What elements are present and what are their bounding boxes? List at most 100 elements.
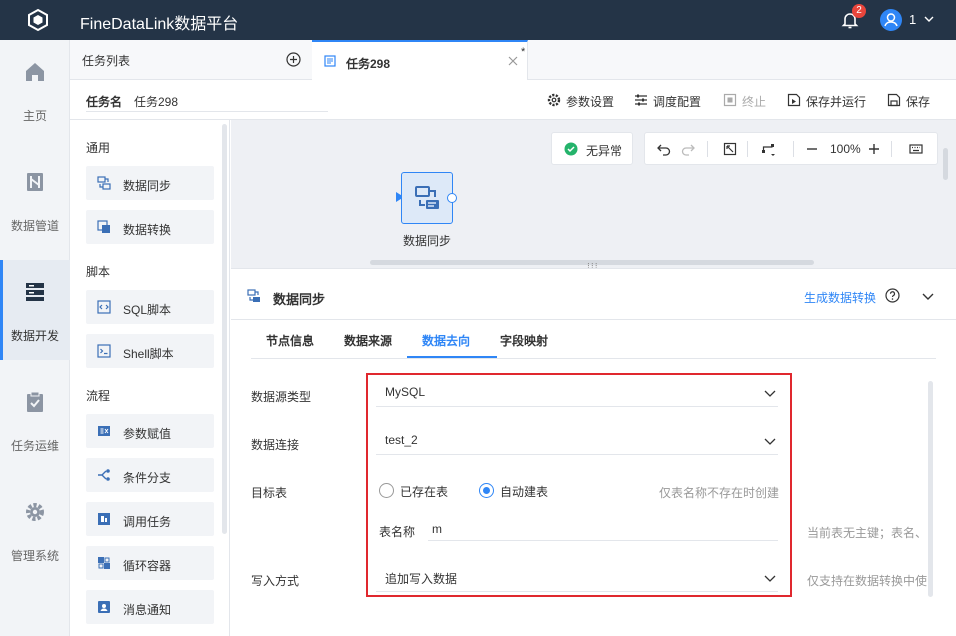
tab-title: 任务298 bbox=[346, 57, 391, 71]
write-mode-label: 写入方式 bbox=[251, 574, 300, 588]
palette-item-data-transform[interactable]: 数据转换 bbox=[86, 210, 214, 244]
main-nav: 主页 数据管道 数据开发 任务运维 管理系统 bbox=[0, 40, 70, 636]
toolbar-divider bbox=[793, 141, 794, 157]
redo-icon[interactable] bbox=[681, 142, 695, 156]
app-title: FineDataLink数据平台 bbox=[80, 16, 239, 33]
write-mode-hint: 仅支持在数据转换中使 bbox=[807, 574, 928, 588]
chevron-down-icon[interactable] bbox=[923, 13, 935, 25]
nav-item-data-dev[interactable]: 数据开发 bbox=[0, 260, 70, 360]
radio-auto-create[interactable] bbox=[479, 483, 494, 498]
task-name-label: 任务名 bbox=[86, 95, 123, 109]
avatar[interactable] bbox=[880, 9, 902, 31]
palette-item-call-task[interactable]: 调用任务 bbox=[86, 502, 214, 536]
nav-item-label: 数据开发 bbox=[10, 329, 59, 343]
flow-canvas[interactable]: 无异常 100% 数据同步 ⁝⁝⁝ bbox=[231, 120, 956, 271]
node-output-port[interactable] bbox=[447, 193, 457, 203]
panel-scrollbar[interactable] bbox=[928, 381, 933, 597]
palette-scrollbar[interactable] bbox=[222, 124, 227, 534]
branch-icon bbox=[98, 469, 110, 481]
clipboard-check-icon bbox=[27, 391, 43, 412]
table-name-input[interactable]: m bbox=[428, 517, 778, 541]
help-icon[interactable] bbox=[885, 288, 900, 303]
palette-item-loop-container[interactable]: 循环容器 bbox=[86, 546, 214, 580]
write-mode-select[interactable]: 追加写入数据 bbox=[376, 562, 778, 592]
nav-item-admin[interactable]: 管理系统 bbox=[0, 480, 70, 580]
auto-create-hint: 仅表名称不存在时创建 bbox=[659, 486, 780, 500]
save-icon bbox=[887, 93, 901, 107]
zoom-in-icon[interactable] bbox=[867, 142, 881, 156]
palette-item-label: 循环容器 bbox=[123, 559, 172, 573]
data-sync-icon bbox=[247, 289, 260, 302]
param-settings-label: 参数设置 bbox=[566, 95, 615, 109]
target-table-label: 目标表 bbox=[251, 486, 288, 500]
zoom-out-icon[interactable] bbox=[805, 142, 819, 156]
nav-item-label: 任务运维 bbox=[10, 439, 59, 453]
task-name-value[interactable]: 任务298 bbox=[134, 93, 178, 110]
source-type-value: MySQL bbox=[385, 385, 426, 399]
user-name[interactable]: 1 bbox=[909, 12, 916, 27]
stop-icon bbox=[723, 93, 737, 107]
palette-group-title: 通用 bbox=[86, 141, 111, 155]
toolbar-divider bbox=[891, 141, 892, 157]
tab-data-source[interactable]: 数据来源 bbox=[344, 332, 392, 349]
tab-task-298[interactable]: 任务298 * bbox=[312, 40, 528, 81]
add-task-icon[interactable] bbox=[286, 52, 301, 67]
task-toolbar: 任务名 任务298 参数设置 调度配置 终止 保存并运行 保存 bbox=[70, 80, 956, 120]
source-type-select[interactable]: MySQL bbox=[376, 377, 778, 407]
palette-item-label: 数据同步 bbox=[123, 179, 172, 193]
source-type-label: 数据源类型 bbox=[251, 390, 312, 404]
tab-strip-empty bbox=[528, 40, 956, 80]
message-icon bbox=[98, 601, 110, 613]
status-badge: 无异常 bbox=[551, 132, 633, 165]
toolbar-divider bbox=[747, 141, 748, 157]
palette-item-label: Shell脚本 bbox=[123, 347, 174, 361]
radio-existing-table[interactable] bbox=[379, 483, 394, 498]
fit-view-icon[interactable] bbox=[723, 142, 737, 156]
zoom-level: 100% bbox=[830, 142, 861, 156]
palette-item-shell-script[interactable]: Shell脚本 bbox=[86, 334, 214, 368]
app-logo-icon bbox=[28, 8, 48, 32]
tab-data-destination[interactable]: 数据去向 bbox=[422, 332, 470, 349]
nav-item-task-ops[interactable]: 任务运维 bbox=[0, 370, 70, 470]
auto-create-label[interactable]: 自动建表 bbox=[500, 483, 548, 500]
palette-item-data-sync[interactable]: 数据同步 bbox=[86, 166, 214, 200]
palette-group-title: 流程 bbox=[86, 389, 111, 403]
chevron-down-icon[interactable] bbox=[921, 289, 935, 303]
write-mode-value: 追加写入数据 bbox=[385, 572, 458, 586]
keyboard-icon[interactable] bbox=[909, 142, 923, 156]
palette-item-sql-script[interactable]: SQL脚本 bbox=[86, 290, 214, 324]
palette-item-label: 消息通知 bbox=[123, 603, 172, 617]
task-file-icon bbox=[324, 55, 336, 67]
connection-select[interactable]: test_2 bbox=[376, 425, 778, 455]
chevron-down-icon bbox=[764, 438, 776, 445]
gear-icon bbox=[547, 93, 561, 107]
generate-transform-link[interactable]: 生成数据转换 bbox=[804, 289, 876, 306]
table-name-hint: 当前表无主键；表名、 bbox=[807, 526, 928, 540]
close-icon[interactable] bbox=[508, 56, 518, 66]
tab-field-mapping[interactable]: 字段映射 bbox=[500, 332, 548, 349]
save-and-run-label: 保存并运行 bbox=[806, 95, 867, 109]
task-list-header[interactable]: 任务列表 bbox=[70, 40, 312, 80]
panel-divider bbox=[231, 319, 956, 320]
canvas-vertical-scrollbar[interactable] bbox=[943, 148, 948, 180]
tabs-baseline bbox=[251, 358, 936, 359]
tab-node-info[interactable]: 节点信息 bbox=[266, 332, 314, 349]
existing-table-label[interactable]: 已存在表 bbox=[400, 483, 448, 500]
palette-group-title: 脚本 bbox=[86, 265, 111, 279]
node-label: 数据同步 bbox=[402, 234, 451, 248]
stop-label: 终止 bbox=[742, 95, 767, 109]
layout-icon[interactable] bbox=[761, 142, 775, 156]
top-bar: FineDataLink数据平台 2 1 bbox=[0, 0, 956, 40]
palette-item-condition-branch[interactable]: 条件分支 bbox=[86, 458, 214, 492]
nav-item-home[interactable]: 主页 bbox=[0, 40, 70, 140]
undo-icon[interactable] bbox=[657, 142, 671, 156]
palette-item-label: 条件分支 bbox=[123, 471, 172, 485]
palette-item-message-notify[interactable]: 消息通知 bbox=[86, 590, 214, 624]
schedule-config-label: 调度配置 bbox=[653, 95, 702, 109]
nav-item-pipeline[interactable]: 数据管道 bbox=[0, 150, 70, 250]
data-sync-node[interactable] bbox=[401, 172, 453, 224]
check-circle-icon bbox=[564, 142, 578, 156]
chevron-down-icon bbox=[764, 575, 776, 582]
user-icon bbox=[884, 13, 898, 27]
palette-item-param-assign[interactable]: 参数赋值 bbox=[86, 414, 214, 448]
